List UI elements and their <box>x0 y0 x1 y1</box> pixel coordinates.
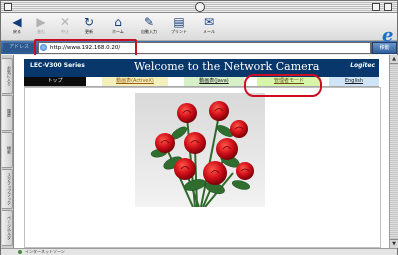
sidebar-tab-history[interactable]: 履歴 <box>2 95 13 131</box>
collapse-box[interactable] <box>384 3 392 11</box>
page-content: LEC-V300 Series Welcome to the Network C… <box>14 55 389 248</box>
sidebar-tab-search[interactable]: 検索 <box>2 132 13 168</box>
roses-image <box>150 101 254 207</box>
status-bar: インターネットゾーン <box>1 248 397 255</box>
mail-button[interactable]: ✉ メール <box>197 13 221 35</box>
home-label: ホーム <box>112 29 124 34</box>
nav-english[interactable]: English <box>329 77 379 86</box>
refresh-button[interactable]: ↻ 更新 <box>77 13 101 35</box>
vertical-scrollbar[interactable]: ▲ ▼ <box>389 55 398 248</box>
stop-label: 中止 <box>61 29 69 34</box>
stop-button[interactable]: ✕ 中止 <box>53 13 77 35</box>
explorer-sidebar: お気に入り 履歴 検索 スクラップブック ページホルダ <box>1 55 14 248</box>
browser-window: ◀ 戻る ▶ 進む ✕ 中止 ↻ 更新 ⌂ ホーム ✎ 自動入力 ▤ プリント … <box>0 0 398 255</box>
navigation-toolbar: ◀ 戻る ▶ 進む ✕ 中止 ↻ 更新 ⌂ ホーム ✎ 自動入力 ▤ プリント … <box>1 13 397 45</box>
back-label: 戻る <box>13 29 21 34</box>
window-title-icon <box>195 2 205 12</box>
model-name: LEC-V300 Series <box>30 62 85 69</box>
print-button[interactable]: ▤ プリント <box>167 13 191 35</box>
status-text: インターネットゾーン <box>25 249 65 254</box>
refresh-label: 更新 <box>85 29 93 34</box>
print-icon: ▤ <box>173 15 185 29</box>
autofill-button[interactable]: ✎ 自動入力 <box>137 13 161 35</box>
title-bar[interactable] <box>1 1 397 13</box>
home-button[interactable]: ⌂ ホーム <box>106 13 130 35</box>
nav-video-java[interactable]: 動画表(Java) <box>184 77 244 86</box>
camera-nav: トップ 動画表(ActiveX) 動画表(Java) 管理者モード Englis… <box>24 77 379 86</box>
welcome-title: Welcome to the Network Camera <box>134 60 320 73</box>
main-panel <box>24 87 381 248</box>
internet-zone-icon <box>18 250 22 254</box>
autofill-label: 自動入力 <box>141 29 157 34</box>
go-button[interactable]: 移動 <box>372 42 397 54</box>
address-label: アドレス <box>3 43 35 52</box>
sidebar-tab-scrapbook[interactable]: スクラップブック <box>2 169 13 209</box>
forward-arrow-icon: ▶ <box>36 15 46 29</box>
close-box[interactable] <box>4 3 12 11</box>
forward-label: 進む <box>37 29 45 34</box>
back-arrow-icon: ◀ <box>12 15 22 29</box>
roses-photo <box>135 93 265 207</box>
nav-top[interactable]: トップ <box>24 77 86 86</box>
back-button[interactable]: ◀ 戻る <box>5 13 29 35</box>
camera-banner: LEC-V300 Series Welcome to the Network C… <box>24 59 379 77</box>
brand-logo: Logitec <box>350 62 375 69</box>
scroll-up-arrow-icon[interactable]: ▲ <box>390 55 398 64</box>
sidebar-tab-page-holder[interactable]: ページホルダ <box>2 210 13 246</box>
mail-label: メール <box>203 29 215 34</box>
scroll-down-arrow-icon[interactable]: ▼ <box>390 239 398 248</box>
zoom-box[interactable] <box>372 3 380 11</box>
home-icon: ⌂ <box>114 15 122 29</box>
forward-button[interactable]: ▶ 進む <box>29 13 53 35</box>
mail-icon: ✉ <box>203 15 215 29</box>
autofill-icon: ✎ <box>143 15 155 29</box>
print-label: プリント <box>171 29 187 34</box>
sidebar-tab-favorites[interactable]: お気に入り <box>2 58 13 94</box>
nav-video-activex[interactable]: 動画表(ActiveX) <box>102 77 168 86</box>
refresh-icon: ↻ <box>83 15 95 29</box>
stop-icon: ✕ <box>59 15 71 29</box>
admin-mode-highlight-annotation <box>244 74 322 97</box>
